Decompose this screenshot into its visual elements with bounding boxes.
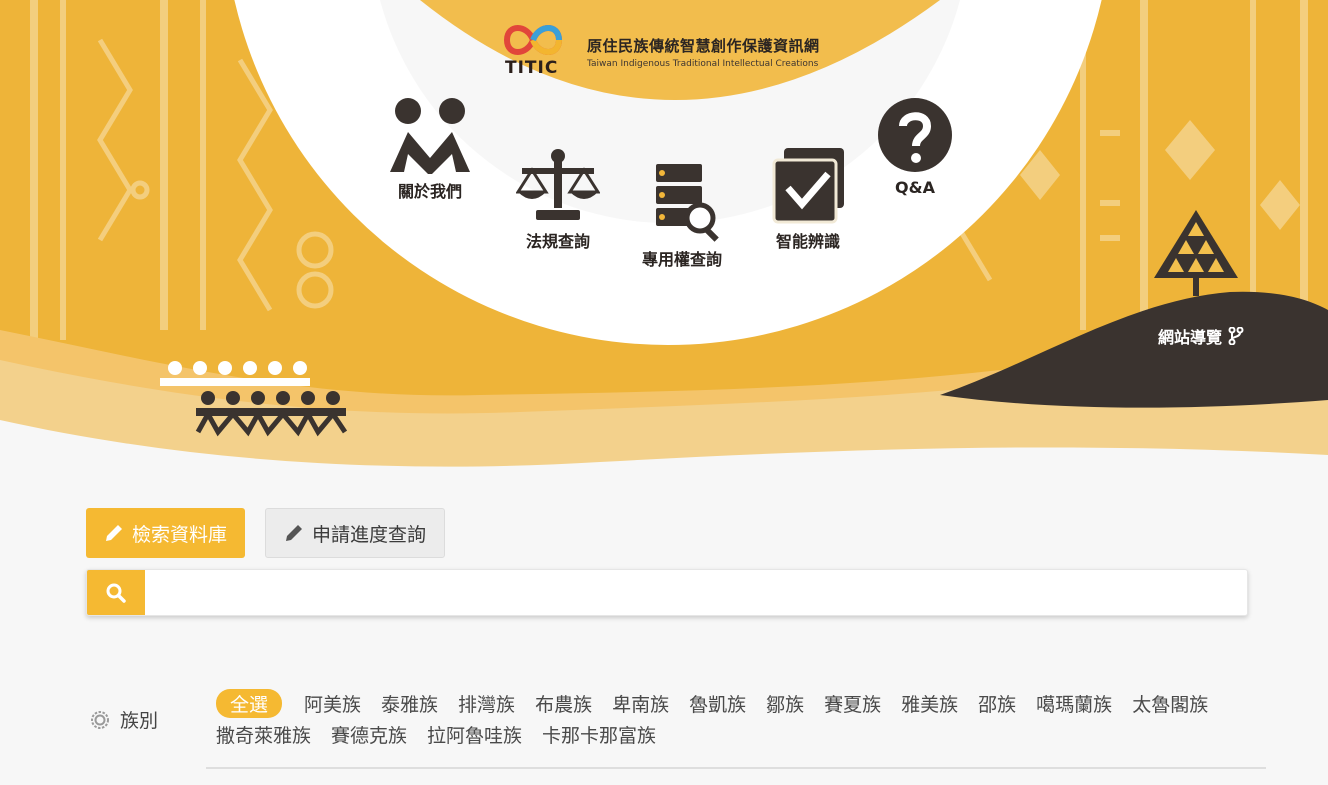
- sitemap-link[interactable]: 網站導覽: [1158, 324, 1244, 348]
- database-search-icon: [656, 164, 719, 242]
- tribe-chip[interactable]: 噶瑪蘭族: [1036, 690, 1112, 717]
- question-icon: [878, 98, 952, 172]
- tribe-chip-row: 全選 阿美族 泰雅族 排灣族 布農族 卑南族 魯凱族 鄒族 賽夏族 雅美族 邵族 噶瑪蘭族 太魯閣族: [216, 688, 1276, 718]
- tribe-chip[interactable]: 太魯閣族: [1132, 690, 1208, 717]
- tribe-chip[interactable]: 鄒族: [766, 690, 804, 717]
- pencil-icon: [286, 525, 303, 541]
- tab-application-progress[interactable]: 申請進度查詢: [265, 508, 446, 558]
- tribe-chip[interactable]: 雅美族: [901, 690, 958, 717]
- tribe-chip[interactable]: 卡那卡那富族: [542, 721, 656, 748]
- tribe-chip[interactable]: 布農族: [535, 690, 592, 717]
- nav-smart[interactable]: 智能辨識: [764, 148, 852, 252]
- search-button[interactable]: [87, 570, 145, 615]
- nav-about-label: 關於我們: [397, 182, 462, 201]
- hero-banner: TITIC 原住民族傳統智慧創作保護資訊網 Taiwan Indigenous …: [0, 0, 1328, 480]
- tab-search-database-label: 檢索資料庫: [132, 523, 228, 546]
- tab-search-database[interactable]: 檢索資料庫: [86, 508, 246, 558]
- tribe-chip[interactable]: 賽德克族: [331, 721, 407, 748]
- tribe-chip[interactable]: 泰雅族: [381, 690, 438, 717]
- tribe-chip[interactable]: 阿美族: [304, 690, 361, 717]
- logo-mark: TITIC: [497, 18, 569, 80]
- site-logo[interactable]: TITIC 原住民族傳統智慧創作保護資訊網 Taiwan Indigenous …: [497, 18, 857, 80]
- tribe-chip[interactable]: 魯凱族: [689, 690, 746, 717]
- branch-icon: [1228, 327, 1244, 345]
- infinity-logo-icon: [503, 25, 563, 55]
- divider: [206, 767, 1266, 769]
- tribe-chip[interactable]: 邵族: [978, 690, 1016, 717]
- tribe-chip[interactable]: 排灣族: [458, 690, 515, 717]
- nav-qa[interactable]: Q&A: [872, 96, 958, 197]
- scale-icon: [516, 149, 600, 220]
- tab-application-progress-label: 申請進度查詢: [312, 523, 427, 546]
- nav-about[interactable]: 關於我們: [380, 96, 480, 202]
- search-bar: [86, 569, 1248, 616]
- tribe-chip[interactable]: 撒奇萊雅族: [216, 721, 311, 748]
- tribe-filter-title: 族別: [120, 710, 159, 732]
- search-icon: [106, 583, 126, 603]
- sitemap-label: 網站導覽: [1158, 328, 1223, 347]
- tribe-chip[interactable]: 卑南族: [612, 690, 669, 717]
- gear-icon: [91, 710, 109, 729]
- nav-law[interactable]: 法規查詢: [512, 148, 604, 252]
- logo-title: 原住民族傳統智慧創作保護資訊網: [587, 37, 820, 55]
- pencil-icon: [106, 525, 122, 541]
- nav-law-label: 法規查詢: [525, 232, 590, 251]
- search-tabs: 檢索資料庫 申請進度查詢: [86, 508, 446, 558]
- tribe-filter-chips: 全選 阿美族 泰雅族 排灣族 布農族 卑南族 魯凱族 鄒族 賽夏族 雅美族 邵族 噶瑪蘭族 太魯閣族 撒…: [216, 688, 1276, 750]
- tribe-chip-row: 撒奇萊雅族 賽德克族 拉阿魯哇族 卡那卡那富族: [216, 719, 1276, 749]
- nav-rights[interactable]: 專用權查詢: [628, 162, 736, 270]
- select-all-chip[interactable]: 全選: [216, 688, 283, 718]
- nav-rights-label: 專用權查詢: [641, 250, 722, 269]
- logo-subtitle: Taiwan Indigenous Traditional Intellectu…: [587, 59, 819, 69]
- tribe-chip[interactable]: 賽夏族: [824, 690, 881, 717]
- tribe-chip[interactable]: 拉阿魯哇族: [427, 721, 522, 748]
- people-icon: [390, 98, 470, 174]
- nav-smart-label: 智能辨識: [775, 232, 840, 251]
- tribe-filter-label: 族別: [88, 706, 158, 733]
- search-input[interactable]: [145, 570, 1247, 615]
- nav-qa-label: Q&A: [895, 178, 935, 197]
- logo-short-text: TITIC: [505, 58, 559, 78]
- checkbox-icon: [772, 148, 844, 224]
